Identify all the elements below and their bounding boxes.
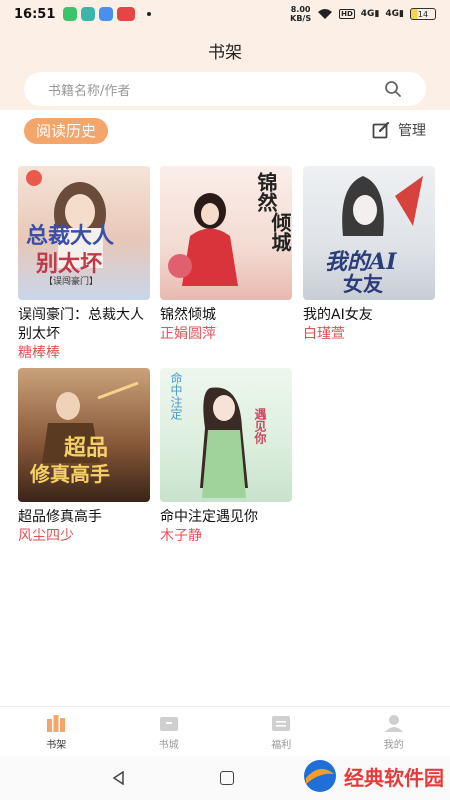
bookshelf-icon: [47, 714, 66, 732]
cover-title-2: 修真高手: [30, 462, 110, 486]
book-author: 木子静: [160, 528, 202, 544]
phone-app-icon: [63, 7, 78, 21]
welfare-icon: [272, 715, 291, 731]
cover-title-1: 命中注定: [169, 372, 183, 420]
book-card[interactable]: 我的AI 女友 我的AI女友 白瑾萱: [303, 166, 435, 344]
book-cover[interactable]: 锦然 倾城: [160, 166, 292, 300]
cover-title-3: 【误闯豪门】: [44, 277, 99, 287]
cover-title-2: 女友: [343, 272, 383, 296]
signal-2-label: 4G: [385, 9, 400, 19]
bookstore-icon: [159, 716, 178, 731]
signal-1: 4G▮: [360, 9, 380, 19]
book-card[interactable]: 锦然 倾城 锦然倾城 正娟圆萍: [160, 166, 292, 344]
edit-icon: [372, 121, 390, 139]
watermark-logo: 经典软件园: [302, 758, 444, 794]
search-input[interactable]: 书籍名称/作者: [24, 72, 426, 106]
wallet-app-icon: [81, 7, 96, 21]
search-icon[interactable]: [384, 80, 402, 98]
header: 书架 书籍名称/作者: [0, 28, 450, 110]
battery-level: 14: [417, 9, 429, 19]
book-title[interactable]: 锦然倾城: [160, 306, 292, 325]
nav-label: 书城: [158, 739, 179, 751]
signal-2: 4G▮: [385, 9, 404, 19]
book-title[interactable]: 误闯豪门：总裁大人别太坏: [18, 306, 150, 344]
book-cover[interactable]: 我的AI 女友: [303, 166, 435, 300]
page-title: 书架: [208, 43, 242, 63]
reading-history-tab[interactable]: 阅读历史: [24, 118, 109, 144]
book-author: 正娟圆萍: [160, 326, 216, 342]
nav-bookstore[interactable]: 书城: [113, 707, 226, 756]
book-author: 风尘四少: [18, 528, 74, 544]
book-card[interactable]: 超品 修真高手 超品修真高手 风尘四少: [18, 368, 150, 546]
home-icon[interactable]: [220, 771, 234, 785]
nav-label: 福利: [271, 739, 292, 751]
nav-bookshelf[interactable]: 书架: [0, 707, 113, 756]
book-cover[interactable]: 命中注定 遇见你: [160, 368, 292, 502]
speed-value: 8.00: [290, 5, 311, 14]
watermark-icon: [304, 760, 336, 792]
signal-1-label: 4G: [360, 9, 375, 19]
nav-label: 书架: [46, 739, 67, 751]
watermark-text: 经典软件园: [344, 765, 444, 790]
wifi-icon: [318, 9, 333, 19]
book-card[interactable]: 总裁大人 别太坏 【误闯豪门】 误闯豪门：总裁大人别太坏 糖棒棒: [18, 166, 150, 363]
speed-unit: KB/S: [290, 14, 312, 23]
browser-app-icon: [99, 7, 114, 21]
book-title[interactable]: 命中注定遇见你: [160, 508, 292, 527]
cover-title-1: 锦然: [254, 172, 278, 212]
profile-icon: [384, 714, 403, 732]
manage-label: 管理: [398, 123, 426, 139]
cover-title-2: 遇见你: [253, 408, 267, 444]
book-author: 白瑾萱: [303, 326, 345, 342]
status-bar: 16:51 8.00 KB/S HD 4G▮ 4G▮ 14: [0, 0, 450, 28]
bottom-nav: 书架 书城 福利 我的: [0, 706, 450, 756]
hd-badge: HD: [339, 9, 355, 19]
book-title[interactable]: 我的AI女友: [303, 306, 435, 325]
notification-dot: [147, 12, 152, 16]
status-app-icons: [63, 7, 136, 21]
book-title[interactable]: 超品修真高手: [18, 508, 150, 527]
network-speed: 8.00 KB/S: [290, 5, 311, 23]
back-icon[interactable]: [112, 771, 126, 785]
book-card[interactable]: 命中注定 遇见你 命中注定遇见你 木子静: [160, 368, 292, 546]
status-indicators: 8.00 KB/S HD 4G▮ 4G▮ 14: [290, 5, 436, 23]
nav-welfare[interactable]: 福利: [225, 707, 338, 756]
history-row: 阅读历史 管理: [0, 118, 450, 146]
book-cover[interactable]: 超品 修真高手: [18, 368, 150, 502]
system-nav-bar: 经典软件园: [0, 756, 450, 800]
cover-title-2: 倾城: [268, 212, 292, 252]
search-placeholder: 书籍名称/作者: [48, 83, 131, 99]
book-cover[interactable]: 总裁大人 别太坏 【误闯豪门】: [18, 166, 150, 300]
book-author: 糖棒棒: [18, 345, 60, 361]
status-time: 16:51: [14, 6, 56, 22]
battery-icon: 14: [410, 8, 436, 20]
nav-profile[interactable]: 我的: [338, 707, 450, 756]
shop-app-icon: [117, 7, 136, 21]
nav-label: 我的: [383, 739, 404, 751]
manage-button[interactable]: 管理: [372, 120, 426, 140]
